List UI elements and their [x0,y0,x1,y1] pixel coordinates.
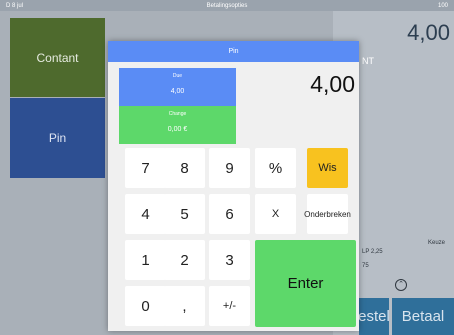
cancel-button[interactable]: Onderbreken [304,194,351,234]
bestel-button[interactable]: estel [358,298,390,335]
status-bar: D 8 jul Betalingsopties 100 [0,0,454,11]
pin-button[interactable]: Pin [10,98,105,178]
betaal-button[interactable]: Betaal [392,298,454,335]
order-note: Keuze [428,240,446,246]
key-2[interactable]: 2 [164,240,205,280]
chevron-up-icon[interactable]: ⌃ [395,279,407,291]
key-5[interactable]: 5 [164,194,205,234]
order-line: 75 [362,263,369,269]
status-title: Betalingsopties [206,2,248,9]
key-1[interactable]: 1 [125,240,166,280]
order-total: 4,00 [407,20,450,45]
order-total-label: NT [362,56,374,66]
due-box: Due 4,00 [119,68,236,106]
key-3[interactable]: 3 [209,240,250,280]
key-4[interactable]: 4 [125,194,166,234]
due-value: 4,00 [170,88,185,95]
order-line: LP 2,25 [362,249,383,255]
change-label: Change [168,111,187,117]
key-comma[interactable]: , [164,286,205,326]
due-label: Due [172,73,183,79]
key-6[interactable]: 6 [209,194,250,234]
key-multiply[interactable]: X [255,194,296,234]
key-8[interactable]: 8 [164,148,205,188]
dialog-title: Pin [108,41,359,62]
clear-button[interactable]: Wis [307,148,348,188]
contant-button[interactable]: Contant [10,18,105,97]
key-9[interactable]: 9 [209,148,250,188]
key-0[interactable]: 0 [125,286,166,326]
enter-button[interactable]: Enter [255,240,356,327]
amount-display: 4,00 [310,71,355,97]
change-value: 0,00 € [167,126,188,133]
key-percent[interactable]: % [255,148,296,188]
key-plus-minus[interactable]: +/- [209,286,250,326]
change-box: Change 0,00 € [119,106,236,144]
key-7[interactable]: 7 [125,148,166,188]
pin-payment-dialog: Pin Due 4,00 Change 0,00 € 4,00 7 8 9 % … [108,41,359,331]
